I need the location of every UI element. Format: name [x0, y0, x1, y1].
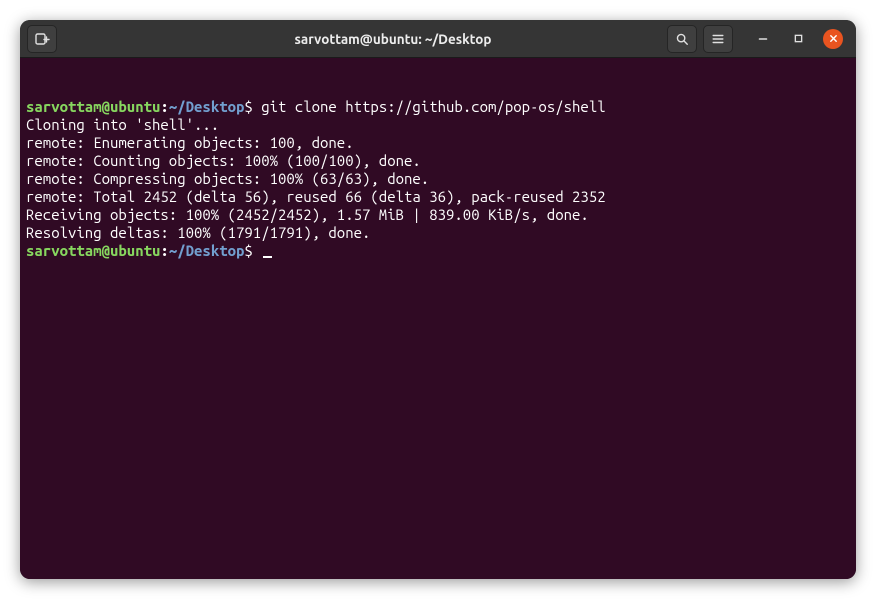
cursor [263, 256, 272, 258]
close-icon [829, 34, 838, 43]
prompt-path: ~/Desktop [169, 242, 245, 259]
hamburger-icon [711, 32, 725, 46]
search-button[interactable] [667, 25, 697, 53]
window-controls [753, 29, 843, 49]
new-tab-button[interactable] [27, 25, 57, 53]
command-line-1: sarvottam@ubuntu:~/Desktop$ git clone ht… [26, 98, 850, 116]
output-line: remote: Enumerating objects: 100, done. [26, 134, 850, 152]
output-line: remote: Total 2452 (delta 56), reused 66… [26, 188, 850, 206]
terminal-window: sarvottam@ubuntu: ~/Desktop [20, 20, 856, 579]
new-tab-icon [34, 31, 50, 47]
prompt-symbol: $ [244, 98, 252, 115]
prompt-user: sarvottam@ubuntu [26, 98, 160, 115]
close-button[interactable] [823, 29, 843, 49]
output-line: Cloning into 'shell'... [26, 116, 850, 134]
window-title: sarvottam@ubuntu: ~/Desktop [157, 31, 629, 47]
menu-button[interactable] [703, 25, 733, 53]
command-line-2: sarvottam@ubuntu:~/Desktop$ [26, 242, 850, 260]
titlebar-left-group [27, 25, 157, 53]
prompt-colon: : [160, 98, 168, 115]
maximize-icon [794, 34, 803, 43]
search-icon [675, 32, 689, 46]
minimize-button[interactable] [753, 29, 773, 49]
prompt-user: sarvottam@ubuntu [26, 242, 160, 259]
maximize-button[interactable] [788, 29, 808, 49]
prompt-path: ~/Desktop [169, 98, 245, 115]
titlebar-right-group [629, 25, 849, 53]
titlebar: sarvottam@ubuntu: ~/Desktop [20, 20, 856, 58]
terminal-area[interactable]: sarvottam@ubuntu:~/Desktop$ git clone ht… [20, 58, 856, 579]
output-line: remote: Compressing objects: 100% (63/63… [26, 170, 850, 188]
output-line: Receiving objects: 100% (2452/2452), 1.5… [26, 206, 850, 224]
command-text: git clone https://github.com/pop-os/shel… [261, 98, 605, 115]
output-line: remote: Counting objects: 100% (100/100)… [26, 152, 850, 170]
output-line: Resolving deltas: 100% (1791/1791), done… [26, 224, 850, 242]
minimize-icon [758, 34, 768, 44]
prompt-colon: : [160, 242, 168, 259]
prompt-symbol: $ [244, 242, 252, 259]
